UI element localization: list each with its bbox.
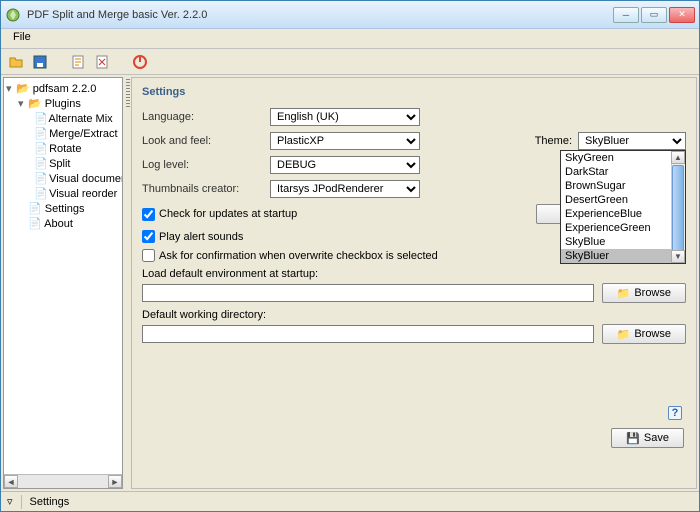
theme-dropdown-list[interactable]: SkyGreen DarkStar BrownSugar DesertGreen… [560, 150, 686, 264]
loglevel-select[interactable]: DEBUG [270, 156, 420, 174]
check-updates-checkbox[interactable] [142, 208, 155, 221]
menu-file[interactable]: File [7, 29, 37, 45]
tree-visual-reorder[interactable]: 📄 Visual reorder [6, 186, 120, 201]
tree-rotate[interactable]: 📄 Rotate [6, 141, 120, 156]
folder-icon: 📁 [617, 287, 631, 300]
sidebar: ▾📂 pdfsam 2.2.0 ▾📂 Plugins 📄 Alternate M… [3, 77, 123, 489]
clear-icon[interactable] [93, 53, 111, 71]
play-sounds-label: Play alert sounds [159, 231, 243, 243]
check-updates-label: Check for updates at startup [159, 208, 297, 220]
settings-panel: Settings Language: English (UK) Look and… [131, 77, 697, 489]
theme-option[interactable]: ExperienceBlue [561, 207, 685, 221]
browse-dir-button[interactable]: 📁Browse [602, 324, 686, 344]
scroll-left-icon[interactable]: ◄ [4, 475, 18, 488]
theme-option-selected[interactable]: SkyBluer [561, 249, 685, 263]
window-title: PDF Split and Merge basic Ver. 2.2.0 [27, 9, 613, 21]
save-button[interactable]: 💾Save [611, 428, 684, 448]
toolbar [1, 49, 699, 75]
statusbar-text: Settings [30, 496, 70, 508]
ask-confirm-checkbox[interactable] [142, 249, 155, 262]
maximize-button[interactable]: ▭ [641, 7, 667, 23]
app-icon [5, 7, 21, 23]
save-icon[interactable] [31, 53, 49, 71]
theme-select[interactable]: SkyBluer [578, 132, 686, 150]
tree-root[interactable]: ▾📂 pdfsam 2.2.0 [6, 81, 120, 96]
statusbar-toggle-icon[interactable]: ▿ [7, 495, 13, 508]
lookfeel-label: Look and feel: [142, 135, 262, 147]
theme-option[interactable]: BrownSugar [561, 179, 685, 193]
scroll-thumb[interactable] [672, 165, 684, 255]
sidebar-hscroll[interactable]: ◄ ► [4, 474, 122, 488]
browse-env-button[interactable]: 📁Browse [602, 283, 686, 303]
folder-icon: 📁 [617, 328, 631, 341]
language-select[interactable]: English (UK) [270, 108, 420, 126]
titlebar: PDF Split and Merge basic Ver. 2.2.0 ─ ▭… [1, 1, 699, 29]
play-sounds-checkbox[interactable] [142, 230, 155, 243]
tree-merge-extract[interactable]: 📄 Merge/Extract [6, 126, 120, 141]
nav-tree[interactable]: ▾📂 pdfsam 2.2.0 ▾📂 Plugins 📄 Alternate M… [4, 78, 122, 474]
load-env-input[interactable] [142, 284, 594, 302]
default-dir-label: Default working directory: [142, 309, 686, 321]
thumb-select[interactable]: Itarsys JPodRenderer [270, 180, 420, 198]
tree-alternate-mix[interactable]: 📄 Alternate Mix [6, 111, 120, 126]
body: ▾📂 pdfsam 2.2.0 ▾📂 Plugins 📄 Alternate M… [1, 75, 699, 491]
theme-option[interactable]: SkyBlue [561, 235, 685, 249]
tree-visual-document[interactable]: 📄 Visual document [6, 171, 120, 186]
minimize-button[interactable]: ─ [613, 7, 639, 23]
close-button[interactable]: ✕ [669, 7, 695, 23]
scroll-track[interactable] [18, 475, 108, 488]
loglevel-label: Log level: [142, 159, 262, 171]
menubar: File [1, 29, 699, 49]
language-label: Language: [142, 111, 262, 123]
dropdown-scrollbar[interactable]: ▲ ▼ [671, 151, 685, 263]
theme-option[interactable]: SkyGreen [561, 151, 685, 165]
panel-heading: Settings [142, 86, 686, 98]
theme-option[interactable]: DesertGreen [561, 193, 685, 207]
scroll-up-icon[interactable]: ▲ [671, 151, 685, 164]
default-dir-input[interactable] [142, 325, 594, 343]
tree-about[interactable]: 📄 About [6, 216, 120, 231]
exit-icon[interactable] [131, 53, 149, 71]
scroll-right-icon[interactable]: ► [108, 475, 122, 488]
window-buttons: ─ ▭ ✕ [613, 7, 695, 23]
tree-settings[interactable]: 📄 Settings [6, 201, 120, 216]
statusbar: ▿ Settings [1, 491, 699, 511]
help-button[interactable]: ? [668, 406, 682, 420]
theme-label: Theme: [535, 135, 572, 147]
lookfeel-select[interactable]: PlasticXP [270, 132, 420, 150]
tree-split[interactable]: 📄 Split [6, 156, 120, 171]
disk-icon: 💾 [626, 432, 640, 445]
app-window: PDF Split and Merge basic Ver. 2.2.0 ─ ▭… [0, 0, 700, 512]
scroll-down-icon[interactable]: ▼ [671, 250, 685, 263]
ask-confirm-label: Ask for confirmation when overwrite chec… [159, 250, 438, 262]
splitter-grip-icon [126, 79, 130, 109]
load-env-label: Load default environment at startup: [142, 268, 686, 280]
log-icon[interactable] [69, 53, 87, 71]
statusbar-sep [21, 495, 22, 509]
theme-option[interactable]: ExperienceGreen [561, 221, 685, 235]
tree-plugins[interactable]: ▾📂 Plugins [6, 96, 120, 111]
thumb-label: Thumbnails creator: [142, 183, 262, 195]
theme-group: Theme: SkyBluer SkyGreen DarkStar BrownS… [535, 132, 686, 150]
theme-option[interactable]: DarkStar [561, 165, 685, 179]
open-icon[interactable] [7, 53, 25, 71]
